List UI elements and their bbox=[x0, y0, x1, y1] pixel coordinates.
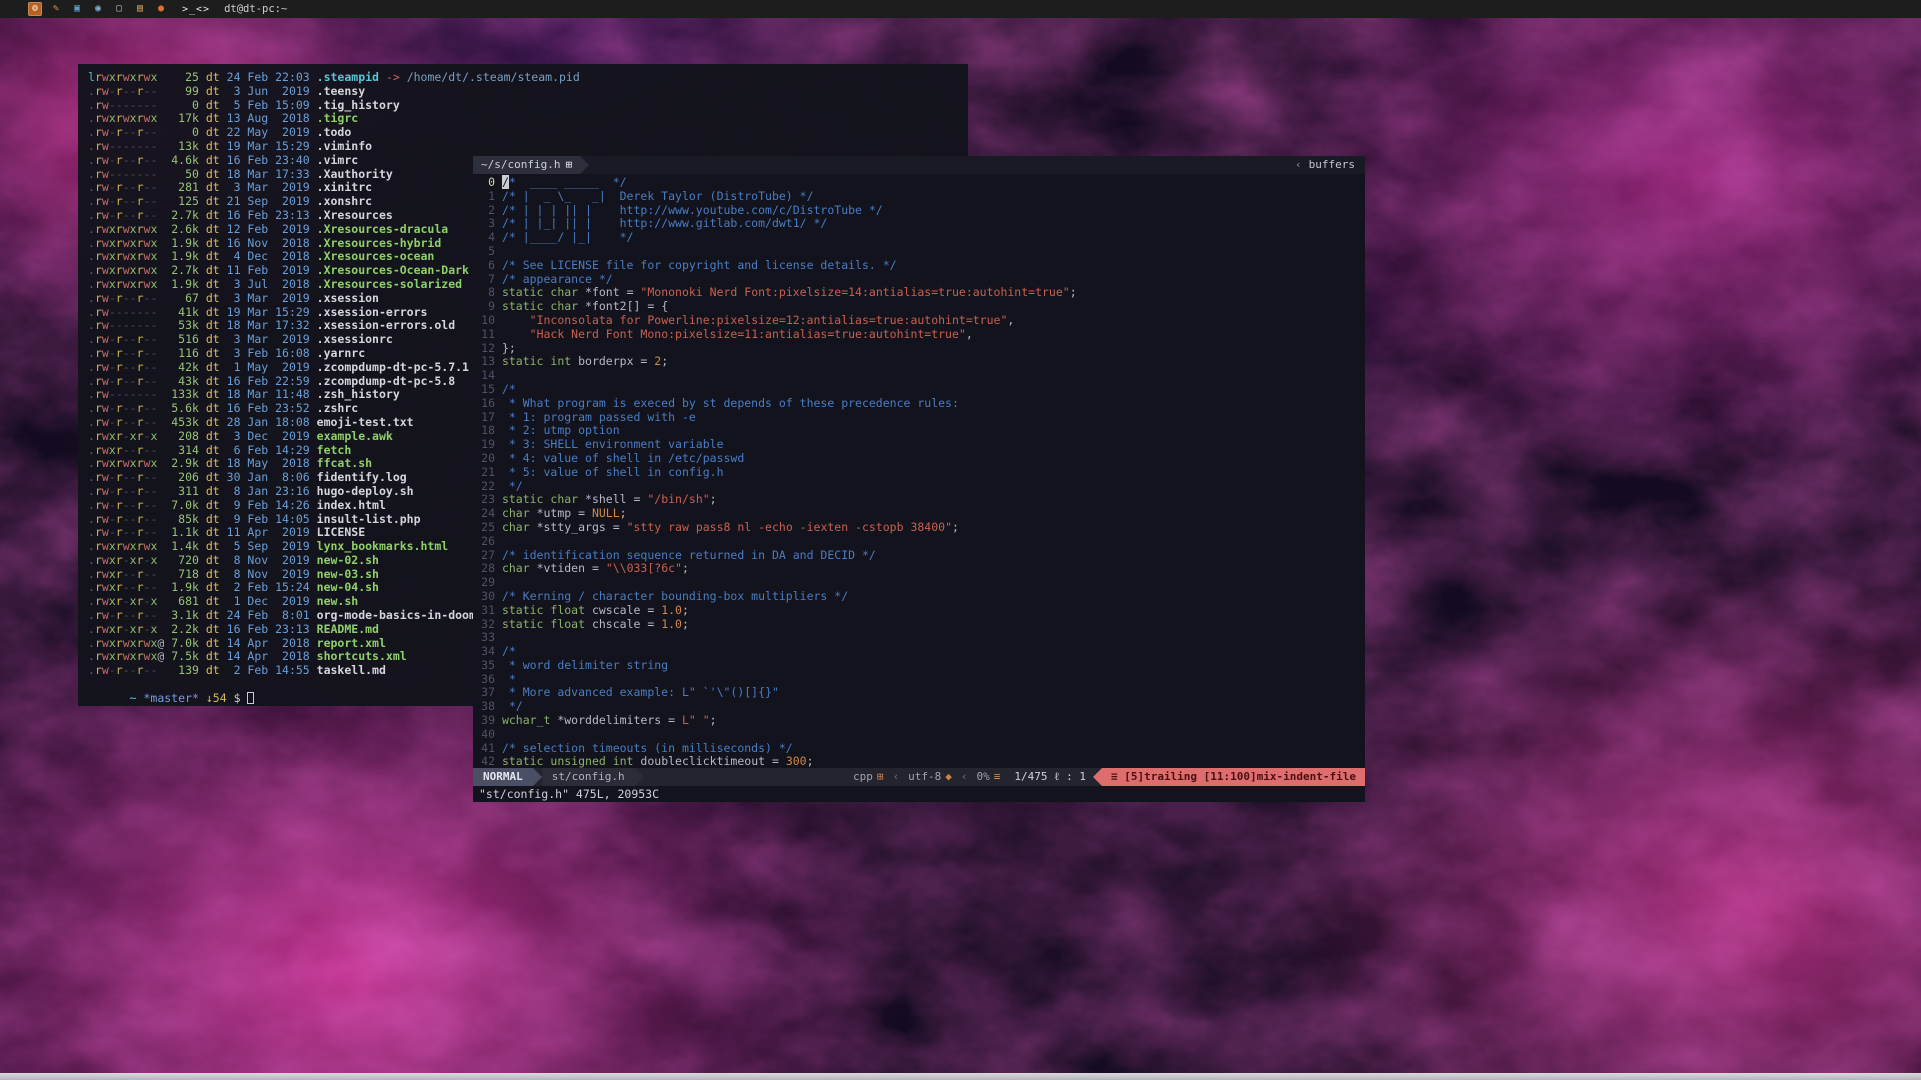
vim-buffer[interactable]: 0 /* ____ _____ */ 1 /* | _ \_ _| Derek … bbox=[473, 174, 1365, 768]
terminal-cursor bbox=[247, 692, 254, 704]
tab-current-file[interactable]: ~/s/config.h⊞ bbox=[473, 156, 580, 174]
bottom-window-edge bbox=[0, 1073, 1921, 1080]
vim-cursor: / bbox=[502, 175, 509, 189]
list-icon: ≡ bbox=[994, 770, 1001, 783]
code-line: 38 */ bbox=[479, 700, 1365, 714]
code-line: 14 bbox=[479, 369, 1365, 383]
cursor-position: 1/475 ℓ : 1 bbox=[1007, 768, 1093, 786]
vim-message-line: "st/config.h" 475L, 20953C bbox=[473, 786, 1365, 802]
code-line: 30 /* Kerning / character bounding-box m… bbox=[479, 590, 1365, 604]
modified-icon: ⊞ bbox=[565, 158, 572, 171]
list-icon: ≡ bbox=[1111, 770, 1118, 783]
code-line: 3 /* | |_| || | http://www.gitlab.com/dw… bbox=[479, 217, 1365, 231]
powerline-separator-icon bbox=[635, 768, 644, 786]
code-line: 12 }; bbox=[479, 342, 1365, 356]
code-line: 8 static char *font = "Mononoki Nerd Fon… bbox=[479, 286, 1365, 300]
display-icon[interactable]: ▢ bbox=[112, 2, 126, 16]
edit-icon[interactable]: ✎ bbox=[49, 2, 63, 16]
chevron-left-icon: ‹ bbox=[959, 768, 970, 786]
filetype-icon: ⊞ bbox=[877, 770, 884, 783]
camera-icon[interactable]: ◉ bbox=[91, 2, 105, 16]
code-line: 17 * 1: program passed with -e bbox=[479, 411, 1365, 425]
scroll-percent: 0%≡ bbox=[970, 768, 1008, 786]
code-line: 41 /* selection timeouts (in millisecond… bbox=[479, 742, 1365, 756]
code-line: 37 * More advanced example: L" `'\"()[]{… bbox=[479, 686, 1365, 700]
code-line: 9 static char *font2[] = { bbox=[479, 300, 1365, 314]
code-line: 4 /* |____/ |_| */ bbox=[479, 231, 1365, 245]
mode-indicator: NORMAL bbox=[473, 768, 533, 786]
code-line: 11 "Hack Nerd Font Mono:pixelsize=11:ant… bbox=[479, 328, 1365, 342]
file-row: .rw-r--r-- 0 dt 22 May 2019 .todo bbox=[88, 126, 958, 140]
fileformat-icon: ◆ bbox=[945, 770, 952, 783]
powerline-separator-icon bbox=[533, 768, 542, 786]
code-line: 35 * word delimiter string bbox=[479, 659, 1365, 673]
code-line: 27 /* identification sequence returned i… bbox=[479, 549, 1365, 563]
powerline-separator-icon bbox=[1093, 768, 1102, 786]
file-row: .rw-r--r-- 99 dt 3 Jun 2019 .teensy bbox=[88, 85, 958, 99]
tab-buffers[interactable]: ‹buffers bbox=[1295, 156, 1365, 174]
vim-statusline: NORMAL st/config.h cpp⊞ ‹ utf-8◆ ‹ 0%≡ 1… bbox=[473, 768, 1365, 786]
browser-icon[interactable]: ● bbox=[154, 2, 168, 16]
code-line: 5 bbox=[479, 245, 1365, 259]
code-line: 2 /* | | | || | http://www.youtube.com/c… bbox=[479, 204, 1365, 218]
chevron-left-icon: ‹ bbox=[891, 768, 902, 786]
code-line: 39 wchar_t *worddelimiters = L" "; bbox=[479, 714, 1365, 728]
file-row: .rw------- 13k dt 19 Mar 15:29 .viminfo bbox=[88, 140, 958, 154]
file-row: .rwxrwxrwx 17k dt 13 Aug 2018 .tigrc bbox=[88, 112, 958, 126]
encoding-indicator: utf-8◆ bbox=[901, 768, 959, 786]
desktop: ⚙ ✎ ▣ ◉ ▢ ▤ ● >_<> dt@dt-pc:~ lrwxrwxrwx 25 dt… bbox=[0, 0, 1921, 1080]
image-icon[interactable]: ▣ bbox=[70, 2, 84, 16]
topbar: ⚙ ✎ ▣ ◉ ▢ ▤ ● >_<> dt@dt-pc:~ bbox=[0, 0, 1921, 18]
code-line: 28 char *vtiden = "\\033[?6c"; bbox=[479, 562, 1365, 576]
powerline-separator-icon bbox=[580, 156, 589, 174]
code-line: 23 static char *shell = "/bin/sh"; bbox=[479, 493, 1365, 507]
git-branch: *master* bbox=[143, 691, 198, 705]
filetype-indicator: cpp⊞ bbox=[846, 768, 891, 786]
file-row: lrwxrwxrwx 25 dt 24 Feb 22:03 .steampid … bbox=[88, 71, 958, 85]
code-line: 22 */ bbox=[479, 480, 1365, 494]
file-row: .rw------- 0 dt 5 Feb 15:09 .tig_history bbox=[88, 99, 958, 113]
code-line: 36 * bbox=[479, 673, 1365, 687]
files-icon[interactable]: ▤ bbox=[133, 2, 147, 16]
git-status: ↓54 bbox=[206, 691, 227, 705]
prompt-symbol: $ bbox=[234, 691, 241, 705]
code-line: 6 /* See LICENSE file for copyright and … bbox=[479, 259, 1365, 273]
code-line: 10 "Inconsolata for Powerline:pixelsize=… bbox=[479, 314, 1365, 328]
code-line: 31 static float cwscale = 1.0; bbox=[479, 604, 1365, 618]
chevron-left-icon: ‹ bbox=[1295, 158, 1302, 171]
line-icon: ℓ bbox=[1054, 770, 1059, 783]
code-line: 15 /* bbox=[479, 383, 1365, 397]
code-line: 19 * 3: SHELL environment variable bbox=[479, 438, 1365, 452]
vim-tabline: ~/s/config.h⊞ ‹buffers bbox=[473, 156, 1365, 174]
code-line: 16 * What program is execed by st depend… bbox=[479, 397, 1365, 411]
code-line: 26 bbox=[479, 535, 1365, 549]
code-line: 33 bbox=[479, 631, 1365, 645]
code-line: 25 char *stty_args = "stty raw pass8 nl … bbox=[479, 521, 1365, 535]
code-line: 24 char *utmp = NULL; bbox=[479, 507, 1365, 521]
statusline-filename: st/config.h bbox=[542, 768, 635, 786]
code-line: 0 /* ____ _____ */ bbox=[479, 176, 1365, 190]
terminal-indicator: >_<> bbox=[182, 4, 210, 15]
vim-window[interactable]: ~/s/config.h⊞ ‹buffers 0 /* ____ _____ *… bbox=[473, 156, 1365, 802]
window-title: dt@dt-pc:~ bbox=[224, 3, 287, 15]
code-line: 40 bbox=[479, 728, 1365, 742]
code-line: 13 static int borderpx = 2; bbox=[479, 355, 1365, 369]
code-line: 20 * 4: value of shell in /etc/passwd bbox=[479, 452, 1365, 466]
code-line: 42 static unsigned int doubleclicktimeou… bbox=[479, 755, 1365, 768]
code-line: 18 * 2: utmp option bbox=[479, 424, 1365, 438]
code-line: 29 bbox=[479, 576, 1365, 590]
prompt-path: ~ bbox=[130, 691, 137, 705]
code-line: 32 static float chscale = 1.0; bbox=[479, 618, 1365, 632]
code-line: 21 * 5: value of shell in config.h bbox=[479, 466, 1365, 480]
lint-warnings: ≡ [5]trailing [11:100]mix-indent-file bbox=[1102, 768, 1365, 786]
code-line: 1 /* | _ \_ _| Derek Taylor (DistroTube)… bbox=[479, 190, 1365, 204]
topbar-icons: ⚙ ✎ ▣ ◉ ▢ ▤ ● bbox=[28, 2, 168, 16]
settings-icon[interactable]: ⚙ bbox=[28, 2, 42, 16]
code-line: 34 /* bbox=[479, 645, 1365, 659]
code-line: 7 /* appearance */ bbox=[479, 273, 1365, 287]
